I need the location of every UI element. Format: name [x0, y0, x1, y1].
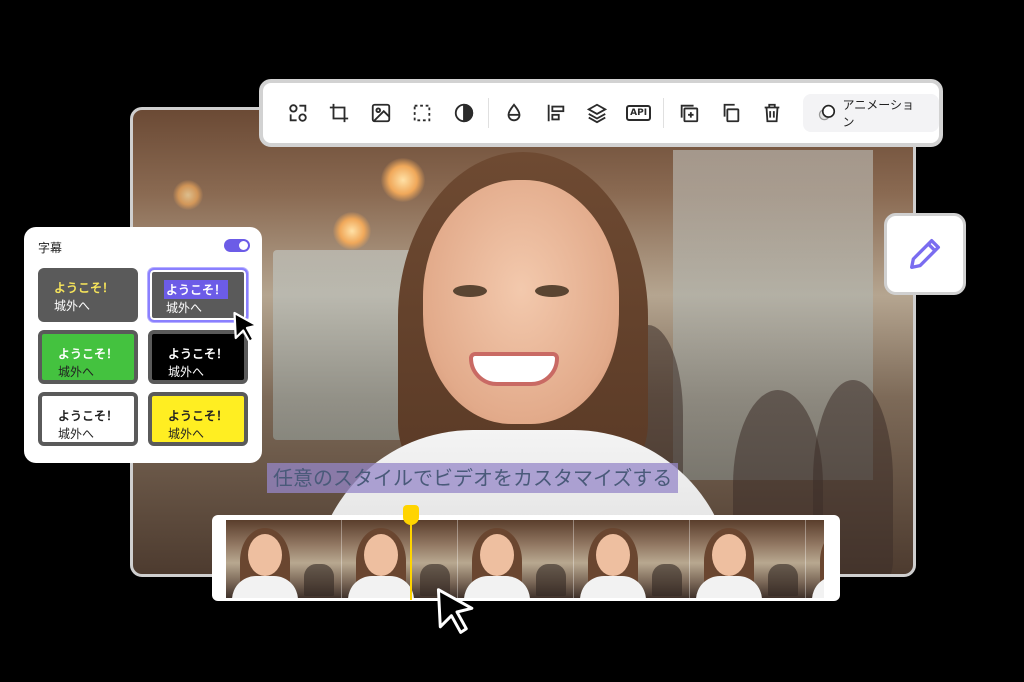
- color-drop-icon[interactable]: [493, 93, 534, 133]
- subtitle-style-card[interactable]: ようこそ！ 城外へ: [38, 268, 138, 322]
- timeline-thumbnail[interactable]: [806, 520, 824, 598]
- video-caption[interactable]: 任意のスタイルでビデオをカスタマイズする: [267, 463, 679, 493]
- thumbnail-face: [712, 534, 746, 576]
- style-line2: 城外へ: [58, 365, 95, 379]
- style-line2: 城外へ: [168, 427, 205, 441]
- style-line2: 城外へ: [54, 299, 91, 313]
- background-lamp: [173, 180, 203, 210]
- style-line1: ようこそ！: [58, 347, 119, 361]
- subject-eye: [535, 285, 569, 297]
- animation-button[interactable]: アニメーション: [802, 94, 939, 132]
- thumbnail-bg: [652, 564, 682, 596]
- background-window: [273, 250, 413, 440]
- subject-eye: [453, 285, 487, 297]
- thumbnail-bg: [304, 564, 334, 596]
- cursor-icon: [233, 311, 259, 343]
- playhead-handle[interactable]: [403, 505, 419, 525]
- pencil-icon: [910, 239, 940, 269]
- toolbar-divider: [488, 98, 490, 128]
- thumbnail-face: [596, 534, 630, 576]
- select-icon[interactable]: [401, 93, 442, 133]
- layers-icon[interactable]: [576, 93, 617, 133]
- thumbnail-bg: [768, 564, 798, 596]
- style-line1: ようこそ！: [58, 409, 119, 423]
- thumbnail-bg: [536, 564, 566, 596]
- panel-title: 字幕: [38, 241, 63, 255]
- toolbar-divider: [663, 98, 665, 128]
- thumbnail-face: [480, 534, 514, 576]
- style-line2: 城外へ: [58, 427, 95, 441]
- crop-icon[interactable]: [318, 93, 359, 133]
- cursor-icon: [436, 588, 474, 634]
- duplicate-icon[interactable]: [710, 93, 751, 133]
- timeline-thumbnail[interactable]: [690, 520, 806, 598]
- subtitle-toggle[interactable]: [224, 239, 250, 252]
- style-line1: ようこそ！: [168, 409, 229, 423]
- animation-label: アニメーション: [842, 98, 915, 129]
- style-line1: ようこそ！: [168, 347, 229, 361]
- background-lamp: [381, 158, 425, 202]
- timeline-thumbnail[interactable]: [226, 520, 342, 598]
- contrast-icon[interactable]: [443, 93, 484, 133]
- style-line1: ようこそ！: [54, 281, 115, 295]
- style-line1: ようこそ！: [164, 280, 229, 299]
- background-lamp: [333, 212, 371, 250]
- timeline[interactable]: [212, 515, 840, 601]
- thumbnail-face: [364, 534, 398, 576]
- shapes-icon[interactable]: [277, 93, 318, 133]
- edit-button[interactable]: [884, 213, 966, 295]
- api-icon[interactable]: API: [618, 93, 659, 133]
- subject-smile: [469, 352, 559, 386]
- api-label: API: [626, 105, 652, 121]
- subtitle-style-card[interactable]: ようこそ！ 城外へ: [38, 330, 138, 384]
- thumbnail-face: [248, 534, 282, 576]
- editor-toolbar: API アニメーション: [259, 79, 943, 147]
- animation-icon: [818, 104, 835, 121]
- add-copy-icon[interactable]: [668, 93, 709, 133]
- align-icon[interactable]: [535, 93, 576, 133]
- subtitle-style-card[interactable]: ようこそ！ 城外へ: [148, 392, 248, 446]
- subject-face: [423, 180, 619, 424]
- style-line2: 城外へ: [166, 301, 203, 315]
- thumbnail-shirt: [812, 576, 824, 598]
- subtitle-style-card[interactable]: ようこそ！ 城外へ: [38, 392, 138, 446]
- image-icon[interactable]: [360, 93, 401, 133]
- delete-icon[interactable]: [751, 93, 792, 133]
- style-line2: 城外へ: [168, 365, 205, 379]
- timeline-thumbnail[interactable]: [574, 520, 690, 598]
- timeline-thumbnails: [226, 520, 824, 598]
- subtitle-panel: 字幕 ようこそ！ 城外へ ようこそ！ 城外へ ようこそ！ 城外へ ようこそ！ 城外へ ようこそ！…: [24, 227, 262, 463]
